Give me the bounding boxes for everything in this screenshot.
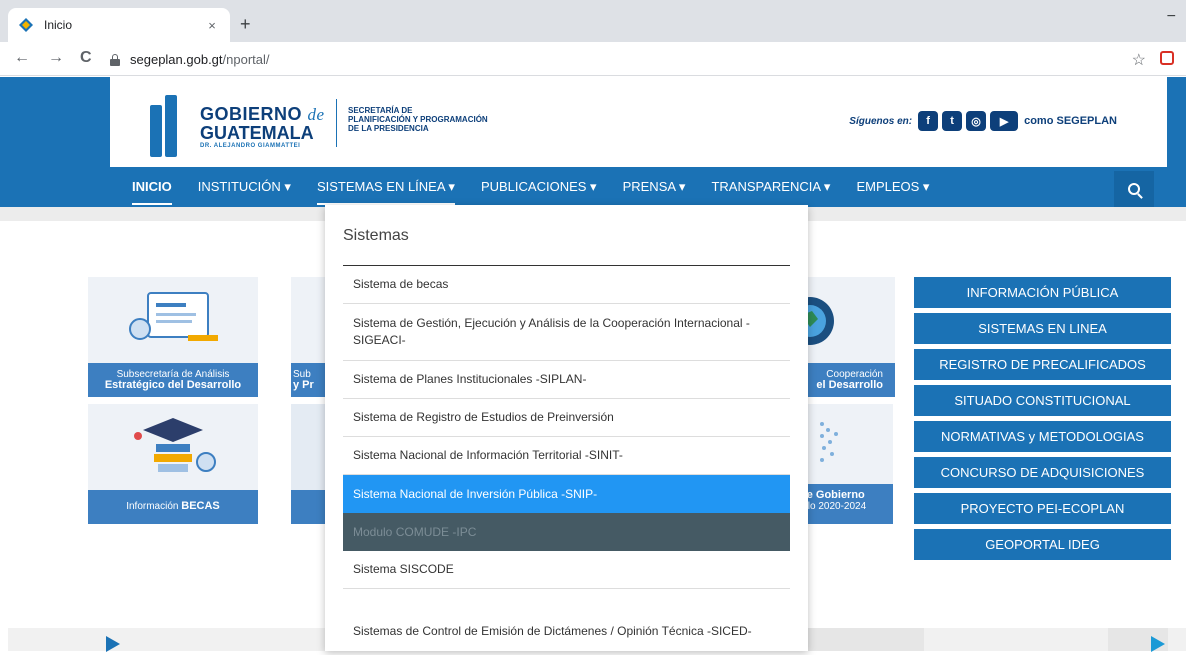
secretaria-line1: SECRETARÍA DE [348, 106, 413, 115]
sistemas-dropdown-menu: Sistemas Sistema de becas Sistema de Ges… [325, 205, 808, 651]
url-path: /nportal/ [222, 51, 270, 67]
tile-caption: Subsecretaría de Análisis Estratégico de… [88, 363, 258, 397]
header-logo-area: GOBIERNO de GUATEMALA DR. ALEJANDRO GIAM… [110, 77, 1167, 167]
address-bar[interactable]: segeplan.gob.gt /nportal/ [110, 46, 1110, 72]
nav-institucion[interactable]: INSTITUCIÓN ▾ [198, 179, 291, 205]
secretaria-line2: PLANIFICACIÓN Y PROGRAMACIÓN [348, 115, 488, 124]
tile-cooperacion[interactable]: Cooperación el Desarrollo [800, 277, 895, 397]
analysis-illustration-icon [129, 292, 218, 341]
tile-caption-bold: Estratégico del Desarrollo [104, 379, 242, 391]
gobierno-logo-icon[interactable] [150, 93, 180, 157]
tile-art [88, 277, 258, 363]
follow-suffix: como SEGEPLAN [1024, 115, 1117, 127]
facebook-icon[interactable]: f [918, 111, 939, 131]
tile-caption: Información BECAS [88, 490, 258, 524]
youtube-icon[interactable]: ▶ [990, 111, 1019, 131]
link-informacion-publica[interactable]: INFORMACIÓN PÚBLICA [914, 277, 1171, 308]
new-tab-button[interactable]: + [240, 14, 251, 35]
search-button[interactable] [1114, 171, 1154, 207]
tile-caption: Cooperación el Desarrollo [800, 363, 895, 397]
tile-art [88, 404, 258, 490]
minimize-window-button[interactable]: − [1167, 8, 1176, 26]
tile-caption-bold: y Pr [293, 379, 314, 391]
dropdown-item-siplan[interactable]: Sistema de Planes Institucionales -SIPLA… [343, 361, 790, 399]
tile-art [800, 404, 893, 490]
carousel-thumb[interactable] [806, 628, 924, 651]
instagram-icon[interactable]: ◎ [966, 111, 987, 131]
dropdown-item-sigeaci[interactable]: Sistema de Gestión, Ejecución y Análisis… [343, 304, 790, 361]
lock-icon [110, 53, 120, 66]
back-button[interactable]: ← [14, 49, 30, 67]
link-situado-constitucional[interactable]: SITUADO CONSTITUCIONAL [914, 385, 1171, 416]
dropdown-item-snip[interactable]: Sistema Nacional de Inversión Pública -S… [343, 475, 790, 513]
link-registro-precalificados[interactable]: REGISTRO DE PRECALIFICADOS [914, 349, 1171, 380]
carousel-next-icon[interactable] [1151, 636, 1165, 652]
dropdown-title: Sistemas [343, 227, 790, 266]
graduation-illustration-icon [134, 418, 216, 472]
reload-button[interactable]: C [80, 49, 92, 67]
dropdown-item-becas[interactable]: Sistema de becas [343, 266, 790, 304]
nav-inicio[interactable]: INICIO [132, 179, 172, 205]
link-normativas-metodologias[interactable]: NORMATIVAS y METODOLOGIAS [914, 421, 1171, 452]
dropdown-item-siscode[interactable]: Sistema SISCODE [343, 551, 790, 589]
tab-close-icon[interactable]: × [204, 18, 220, 33]
twitter-icon[interactable]: t [942, 111, 963, 131]
tile-caption-small: Información [126, 501, 179, 512]
bookmark-star-icon[interactable]: ☆ [1132, 50, 1146, 70]
nav-publicaciones[interactable]: PUBLICACIONES ▾ [481, 179, 597, 205]
tile-plan-gobierno[interactable]: de Gobierno ollo 2020-2024 [800, 404, 893, 524]
tile-caption-bold: el Desarrollo [816, 379, 883, 391]
tile-caption-bold: BECAS [181, 500, 220, 512]
tile-caption-bold: de Gobierno [800, 489, 865, 501]
nav-sistemas-en-linea[interactable]: SISTEMAS EN LÍNEA ▾ [316, 179, 455, 205]
link-concurso-adquisiciones[interactable]: CONCURSO DE ADQUISICIONES [914, 457, 1171, 488]
gov-line3: DR. ALEJANDRO GIAMMATTEI [200, 143, 301, 149]
header-divider [336, 99, 337, 147]
link-geoportal-ideg[interactable]: GEOPORTAL IDEG [914, 529, 1171, 560]
nav-empleos[interactable]: EMPLEOS ▾ [856, 179, 929, 205]
tile-caption-small: ollo 2020-2024 [800, 501, 867, 512]
search-icon [1128, 183, 1140, 195]
secretaria-line3: DE LA PRESIDENCIA [348, 124, 429, 133]
gobierno-wordmark[interactable]: GOBIERNO de GUATEMALA DR. ALEJANDRO GIAM… [200, 105, 325, 149]
tile-caption: de Gobierno ollo 2020-2024 [800, 484, 893, 524]
nav-prensa[interactable]: PRENSA ▾ [623, 179, 686, 205]
right-quick-links: INFORMACIÓN PÚBLICA SISTEMAS EN LINEA RE… [914, 277, 1171, 565]
follow-label: Síguenos en: [849, 115, 913, 127]
dropdown-item-sinit[interactable]: Sistema Nacional de Información Territor… [343, 437, 790, 475]
dropdown-item-preinversion[interactable]: Sistema de Registro de Estudios de Prein… [343, 399, 790, 437]
nav-transparencia[interactable]: TRANSPARENCIA ▾ [711, 179, 830, 205]
social-follow: Síguenos en: f t ◎ ▶ como SEGEPLAN [849, 111, 1117, 131]
link-sistemas-en-linea[interactable]: SISTEMAS EN LINEA [914, 313, 1171, 344]
site-favicon-icon [19, 18, 33, 32]
gov-line2: GUATEMALA [200, 123, 314, 143]
tile-analisis-estrategico[interactable]: Subsecretaría de Análisis Estratégico de… [88, 277, 258, 397]
secretaria-title: SECRETARÍA DE PLANIFICACIÓN Y PROGRAMACI… [348, 106, 488, 133]
tile-informacion-becas[interactable]: Información BECAS [88, 404, 258, 524]
dropdown-item-siced[interactable]: Sistemas de Control de Emisión de Dictám… [343, 589, 790, 655]
forward-button[interactable]: → [48, 49, 64, 67]
site-page: GOBIERNO de GUATEMALA DR. ALEJANDRO GIAM… [0, 77, 1186, 652]
dropdown-item-comude[interactable]: Modulo COMUDE -IPC [343, 513, 790, 551]
tile-art [800, 277, 895, 363]
extension-icon[interactable] [1160, 51, 1174, 65]
browser-toolbar: ← → C segeplan.gob.gt /nportal/ ☆ [0, 42, 1186, 76]
browser-tabstrip: Inicio × + − [0, 0, 1186, 42]
tab-title: Inicio [44, 18, 73, 32]
carousel-play-icon[interactable] [106, 636, 120, 652]
main-nav: INICIO INSTITUCIÓN ▾ SISTEMAS EN LÍNEA ▾… [132, 179, 955, 205]
gov-de: de [307, 105, 325, 124]
gov-line1: GOBIERNO [200, 104, 303, 124]
dots-illustration-icon [820, 422, 838, 462]
link-proyecto-pei-ecoplan[interactable]: PROYECTO PEI-ECOPLAN [914, 493, 1171, 524]
url-host: segeplan.gob.gt [130, 51, 223, 67]
browser-tab[interactable]: Inicio × [8, 8, 230, 42]
